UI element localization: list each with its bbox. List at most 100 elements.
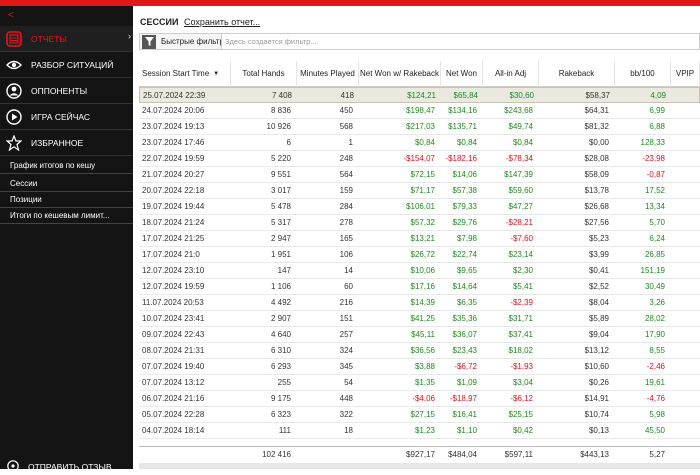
col-minutes-played-cell: 106 — [339, 250, 353, 259]
col-allin-adj-header[interactable]: All-in Adj — [483, 61, 539, 87]
col-session-start-time-cell: 10.07.2024 23:41 — [142, 314, 205, 323]
table-row[interactable]: 07.07.2024 13:12 255 54 $1,35 $1,09 $3,04 $0,2… — [139, 375, 700, 391]
col-allin-adj-cell: -$28,21 — [505, 218, 533, 227]
save-report-link[interactable]: Сохранить отчет... — [184, 17, 260, 27]
table-row[interactable]: 06.07.2024 21:16 9 175 448 -$4,06 -$18,97 -$6… — [139, 391, 700, 407]
col-allin-adj-cell: $18,02 — [508, 346, 533, 355]
col-allin-adj-cell: $59,60 — [508, 186, 533, 195]
table-row[interactable]: 09.07.2024 22:43 4 640 257 $45,11 $36,07 $37,… — [139, 327, 700, 343]
col-bb100-cell: 3,26 — [649, 298, 665, 307]
col-net-won-rakeback-cell: $198,47 — [406, 106, 435, 115]
col-session-start-time-cell: 05.07.2024 22:28 — [142, 410, 205, 419]
col-rakeback-cell: $58,37 — [585, 91, 610, 100]
table-row[interactable]: 23.07.2024 17:46 6 1 $0,84 $0,84 $0,84 $0,00 12… — [139, 135, 700, 151]
col-rakeback-cell: $0,41 — [588, 266, 609, 275]
col-rakeback-header[interactable]: Rakeback — [539, 61, 615, 87]
sidebar-expand-icon[interactable]: › — [128, 31, 131, 41]
nav-item-label: РАЗБОР СИТУАЦИЙ — [31, 59, 114, 70]
col-net-won-cell: $65,84 — [453, 91, 478, 100]
col-session-start-time-header[interactable]: Session Start Time ▼ — [139, 61, 231, 87]
col-total-hands-header[interactable]: Total Hands — [231, 61, 297, 87]
col-total-hands-cell: 10 926 — [266, 122, 291, 131]
table-row[interactable]: 12.07.2024 23:10 147 14 $10,06 $9,65 $2,30 $0,… — [139, 263, 700, 279]
col-bb100-cell: -23,98 — [642, 154, 665, 163]
table-row[interactable]: 17.07.2024 21:0 1 951 106 $26,72 $22,74 $23,1… — [139, 247, 700, 263]
table-row[interactable]: 11.07.2024 20:53 4 492 216 $14,39 $6,35 -$2,3… — [139, 295, 700, 311]
col-net-won-rakeback-total: $927,17 — [406, 450, 435, 459]
submenu-cash-limits[interactable]: Итоги по кешевым лимит... — [0, 208, 133, 224]
nav-item-play-now[interactable]: ИГРА СЕЙЧАС — [0, 104, 133, 130]
col-session-start-time-cell: 19.07.2024 19:44 — [142, 202, 205, 211]
col-net-won-header[interactable]: Net Won — [441, 61, 483, 87]
col-minutes-played-cell: 324 — [339, 346, 353, 355]
table-row[interactable]: 20.07.2024 22:18 3 017 159 $71,17 $57,38 $59,… — [139, 183, 700, 199]
col-rakeback-cell: $0,00 — [588, 138, 609, 147]
col-minutes-played-cell: 564 — [339, 170, 353, 179]
col-net-won-rakeback-cell: $71,17 — [410, 186, 435, 195]
col-net-won-rakeback-cell: $0,84 — [414, 138, 435, 147]
table-row[interactable]: 12.07.2024 19:59 1 106 60 $17,16 $14,64 $5,41… — [139, 279, 700, 295]
col-rakeback-cell: $81,32 — [584, 122, 609, 131]
col-total-hands-cell: 2 907 — [270, 314, 291, 323]
send-feedback-button[interactable]: ОТПРАВИТЬ ОТЗЫВ — [0, 459, 133, 475]
col-total-hands-cell: 8 836 — [270, 106, 291, 115]
col-rakeback-cell: $9,04 — [588, 330, 609, 339]
col-net-won-cell: $0,84 — [456, 138, 477, 147]
col-rakeback-cell: $10,74 — [584, 410, 609, 419]
nav-item-opponents[interactable]: ОППОНЕНТЫ — [0, 78, 133, 104]
table-row[interactable]: 17.07.2024 21:25 2 947 165 $13,21 $7,98 -$7,6… — [139, 231, 700, 247]
quick-filters-label[interactable]: Быстрые фильтры — [161, 37, 221, 46]
table-row[interactable]: 19.07.2024 19:44 5 478 284 $106,01 $79,33 $47… — [139, 199, 700, 215]
col-bb100-total: 5,27 — [649, 450, 665, 459]
col-vpip-header[interactable]: VPIP — [671, 61, 700, 87]
col-rakeback-cell: $64,31 — [584, 106, 609, 115]
col-net-won-cell: $7,98 — [456, 234, 477, 243]
col-net-won-cell: $134,16 — [448, 106, 477, 115]
col-net-won-cell: $16,41 — [452, 410, 477, 419]
col-bb100-cell: 17,52 — [644, 186, 665, 195]
table-row[interactable]: 10.07.2024 23:41 2 907 151 $41,25 $35,36 $31,… — [139, 311, 700, 327]
col-session-start-time-cell: 07.07.2024 19:40 — [142, 362, 205, 371]
horizontal-scrollbar[interactable] — [139, 463, 700, 469]
col-bb100-cell: 5,70 — [649, 218, 665, 227]
table-row[interactable]: 04.07.2024 18:14 111 18 $1,23 $1,10 $0,42 $0,1… — [139, 423, 700, 439]
nav-item-reports[interactable]: ОТЧЕТЫ — [0, 26, 133, 52]
col-rakeback-cell: $58,09 — [584, 170, 609, 179]
col-session-start-time-cell: 08.07.2024 21:31 — [142, 346, 205, 355]
col-session-start-time-cell: 22.07.2024 19:59 — [142, 154, 205, 163]
nav-item-situation-review[interactable]: РАЗБОР СИТУАЦИЙ — [0, 52, 133, 78]
nav-item-label: ОТЧЕТЫ — [31, 33, 67, 44]
table-row[interactable]: 22.07.2024 19:59 5 220 248 -$154,07 -$182,16… — [139, 151, 700, 167]
col-session-start-time-cell: 17.07.2024 21:0 — [142, 250, 200, 259]
table-row[interactable]: 07.07.2024 19:40 6 293 345 $3,88 -$6,72 -$1,9… — [139, 359, 700, 375]
table-row[interactable]: 05.07.2024 22:28 6 323 322 $27,15 $16,41 $25,… — [139, 407, 700, 423]
col-net-won-cell: $36,07 — [452, 330, 477, 339]
table-row[interactable]: 23.07.2024 19:13 10 926 568 $217,03 $135,71 $… — [139, 119, 700, 135]
back-button[interactable]: < — [8, 10, 14, 21]
filter-icon[interactable] — [142, 34, 156, 49]
nav-item-favorites[interactable]: ИЗБРАННОЕ — [0, 130, 133, 156]
col-minutes-played-cell: 60 — [344, 282, 353, 291]
col-rakeback-cell: $0,13 — [588, 426, 609, 435]
col-net-won-rakeback-cell: $10,06 — [410, 266, 435, 275]
feedback-label: ОТПРАВИТЬ ОТЗЫВ — [28, 462, 112, 472]
table-row[interactable]: 18.07.2024 21:24 5 317 278 $57,32 $29,76 -$28… — [139, 215, 700, 231]
col-minutes-played-cell: 216 — [339, 298, 353, 307]
col-net-won-rakeback-cell: $57,32 — [410, 218, 435, 227]
col-total-hands-cell: 111 — [278, 426, 291, 435]
col-net-won-rakeback-cell: $124,21 — [407, 91, 436, 100]
submenu-sessions[interactable]: Сессии — [0, 176, 133, 192]
submenu-cash-results-graph[interactable]: График итогов по кешу — [0, 158, 133, 174]
col-session-start-time-cell: 12.07.2024 23:10 — [142, 266, 205, 275]
table-row[interactable]: 21.07.2024 20:27 9 551 564 $72,15 $14,06 $147… — [139, 167, 700, 183]
col-net-won-rakeback-header[interactable]: Net Won w/ Rakeback — [359, 61, 441, 87]
table-row[interactable]: 25.07.2024 22:39 7 408 418 $124,21 $65,84 $30… — [139, 87, 700, 103]
col-bb100-header[interactable]: bb/100 — [615, 61, 671, 87]
col-net-won-rakeback-cell: $1,35 — [414, 378, 435, 387]
table-row[interactable]: 08.07.2024 21:31 6 310 324 $36,56 $23,43 $18,… — [139, 343, 700, 359]
filter-input[interactable]: Здесь создается фильтр... — [221, 34, 699, 49]
submenu-positions[interactable]: Позиции — [0, 192, 133, 208]
col-minutes-played-header[interactable]: Minutes Played — [297, 61, 359, 87]
table-row[interactable]: 24.07.2024 20:06 8 836 450 $198,47 $134,16 $2… — [139, 103, 700, 119]
col-total-hands-cell: 6 — [286, 138, 291, 147]
